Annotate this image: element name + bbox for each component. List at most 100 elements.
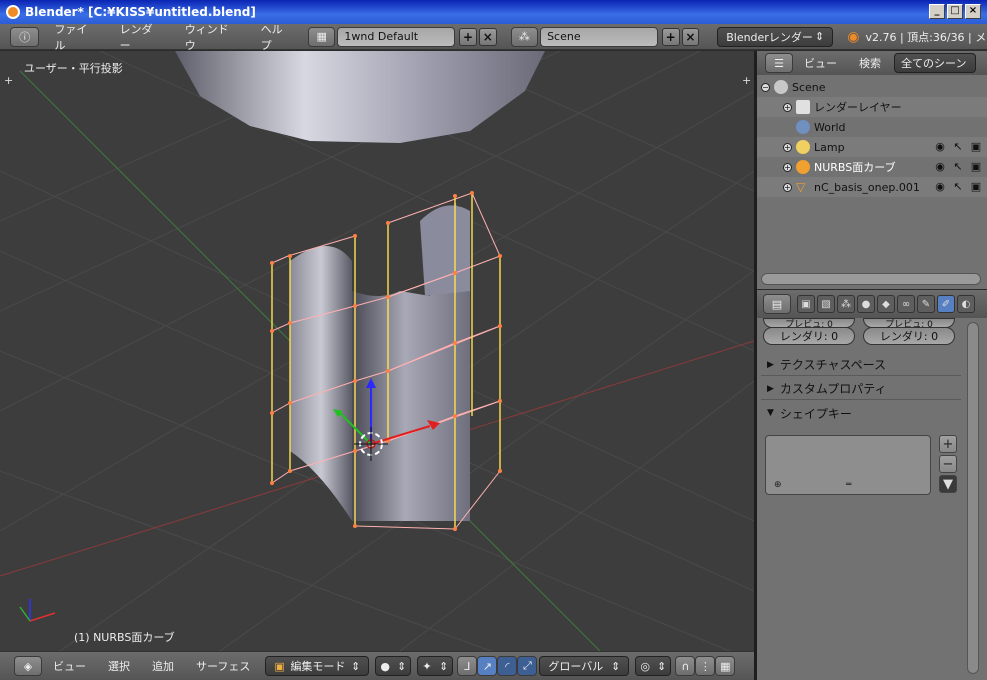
menu-window[interactable]: ウィンドウ: [174, 21, 250, 53]
viewport-menu-add[interactable]: 追加: [141, 658, 185, 674]
layout-remove-icon[interactable]: ×: [478, 27, 497, 46]
properties-editor-type-button[interactable]: ▤: [763, 294, 791, 314]
scene-add-icon[interactable]: +: [661, 27, 680, 46]
render-resolution-v-field[interactable]: レンダリ: 0: [863, 327, 955, 345]
snap-toggle[interactable]: ∩: [675, 656, 696, 676]
shape-key-menu-button[interactable]: ▼: [939, 475, 957, 493]
outliner-row-scene[interactable]: − Scene: [757, 77, 987, 97]
info-header: ⓘ ファイル レンダー ウィンドウ ヘルプ ▦ 1wnd Default + ×…: [0, 21, 987, 53]
link-icon: ∞: [901, 298, 911, 310]
corner-plus-right-icon[interactable]: +: [742, 74, 751, 87]
viewport-canvas[interactable]: + +: [0, 51, 754, 651]
render-engine-dropdown[interactable]: Blenderレンダー ⇕: [717, 26, 834, 47]
mode-text: 編集モード: [290, 660, 346, 673]
panel-custom-properties[interactable]: ▶ カスタムプロパティ: [761, 378, 961, 400]
outliner-row-world[interactable]: World: [757, 117, 987, 137]
cursor-icon[interactable]: ↖: [951, 140, 965, 154]
tab-data[interactable]: ✐: [937, 295, 955, 313]
outliner-row-nurbs[interactable]: + NURBS面カーブ ◉ ↖ ▣: [757, 157, 987, 177]
layout-name-field[interactable]: 1wnd Default: [337, 26, 456, 47]
render-layer-icon: [796, 100, 810, 114]
list-resize-handle-icon[interactable]: ═: [846, 480, 851, 490]
mode-dropdown[interactable]: ▣ 編集モード ⇕: [265, 656, 370, 676]
viewport-editor-type-button[interactable]: ◈: [14, 656, 42, 676]
proportional-dropdown[interactable]: ◎ ⇕: [635, 656, 672, 676]
tab-constraints[interactable]: ∞: [897, 295, 915, 313]
blender-logo-icon: [6, 5, 20, 19]
tab-render[interactable]: ▣: [797, 295, 815, 313]
cursor-icon[interactable]: ↖: [951, 180, 965, 194]
outliner-header: ☰ ビュー 検索 全てのシーン: [757, 51, 987, 75]
viewport-menu-view[interactable]: ビュー: [42, 658, 97, 674]
panel-shape-keys[interactable]: ▼ シェイプキー: [761, 402, 961, 424]
tab-world[interactable]: ●: [857, 295, 875, 313]
tab-material[interactable]: ◐: [957, 295, 975, 313]
layout-add-icon[interactable]: +: [459, 27, 477, 46]
outliner-menu-search[interactable]: 検索: [848, 55, 892, 71]
rotate-toggle[interactable]: ◜: [497, 656, 518, 676]
corner-plus-left-icon[interactable]: +: [4, 74, 13, 87]
list-filter-icon[interactable]: ⊕: [774, 480, 782, 490]
cursor-icon[interactable]: ↖: [951, 160, 965, 174]
eye-icon[interactable]: ◉: [933, 180, 947, 194]
render-resolution-u-field[interactable]: レンダリ: 0: [763, 327, 855, 345]
eye-icon[interactable]: ◉: [933, 160, 947, 174]
outliner-row-renderlayer[interactable]: + レンダーレイヤー: [757, 97, 987, 117]
outliner-display-dropdown[interactable]: 全てのシーン: [894, 53, 976, 73]
add-shape-key-button[interactable]: +: [939, 435, 957, 453]
scene-remove-icon[interactable]: ×: [681, 27, 700, 46]
scale-icon: ⤢: [522, 659, 532, 672]
camera-icon[interactable]: ▣: [969, 140, 983, 154]
scene-stats: v2.76 | 頂点:36/36 | メ: [865, 30, 987, 44]
layout-name-text: 1wnd Default: [344, 30, 419, 43]
expand-icon[interactable]: +: [783, 142, 792, 152]
layers-button[interactable]: ▦: [715, 656, 736, 676]
camera-icon[interactable]: ▣: [969, 180, 983, 194]
viewport-menu-select[interactable]: 選択: [97, 658, 141, 674]
layout-select-button[interactable]: ▦: [307, 26, 336, 47]
tab-layers[interactable]: ▧: [817, 295, 835, 313]
collapsed-arrow-icon: ▶: [767, 383, 774, 394]
scale-toggle[interactable]: ⤢: [517, 656, 538, 676]
layers-icon: ▧: [821, 298, 831, 310]
outliner-horizontal-scrollbar[interactable]: [761, 273, 981, 285]
menu-file[interactable]: ファイル: [43, 21, 108, 53]
tab-modifiers[interactable]: ✎: [917, 295, 935, 313]
outliner-row-lamp[interactable]: + Lamp ◉ ↖ ▣: [757, 137, 987, 157]
snap-element-button[interactable]: ⋮: [695, 656, 716, 676]
outliner-editor-type-button[interactable]: ☰: [765, 53, 793, 73]
collapse-icon[interactable]: −: [761, 82, 770, 92]
dropdown-arrow-icon: ▼: [943, 476, 953, 492]
expand-icon[interactable]: +: [783, 182, 792, 192]
minimize-button[interactable]: _: [929, 4, 945, 19]
camera-icon[interactable]: ▣: [969, 160, 983, 174]
outliner-menu-view[interactable]: ビュー: [793, 55, 848, 71]
3d-viewport[interactable]: + + ユーザー・平行投影 (1) NURBS面カーブ: [0, 51, 754, 651]
close-button[interactable]: ×: [965, 4, 981, 19]
eye-icon[interactable]: ◉: [933, 140, 947, 154]
scene-name-field[interactable]: Scene: [540, 26, 658, 47]
tab-object[interactable]: ◆: [877, 295, 895, 313]
manipulator-toggle[interactable]: ⅃: [457, 656, 478, 676]
shape-keys-list[interactable]: ═ ⊕: [765, 435, 931, 495]
top-mesh-object[interactable]: [175, 51, 545, 143]
menu-render[interactable]: レンダー: [109, 21, 174, 53]
remove-shape-key-button[interactable]: −: [939, 455, 957, 473]
orientation-dropdown[interactable]: グローバル ⇕: [539, 656, 630, 676]
properties-vertical-scrollbar[interactable]: [967, 322, 979, 674]
properties-editor: ▤ ▣ ▧ ⁂ ● ◆ ∞ ✎ ✐ ◐ プレビュ: 0 プレビュ: 0 レンダリ…: [757, 290, 987, 680]
viewport-menu-surface[interactable]: サーフェス: [185, 658, 261, 674]
expand-icon[interactable]: +: [783, 102, 792, 112]
maximize-button[interactable]: □: [947, 4, 963, 19]
tab-scene[interactable]: ⁂: [837, 295, 855, 313]
nurbs-surface-left[interactable]: [290, 246, 352, 521]
shading-dropdown[interactable]: ● ⇕: [375, 656, 412, 676]
scene-select-button[interactable]: ⁂: [510, 26, 539, 47]
editor-type-button[interactable]: ⓘ: [10, 26, 40, 47]
pivot-dropdown[interactable]: ✦ ⇕: [417, 656, 454, 676]
menu-help[interactable]: ヘルプ: [250, 21, 304, 53]
outliner-row-mesh[interactable]: + ▽ nC_basis_onep.001 ◉ ↖ ▣: [757, 177, 987, 197]
translate-toggle[interactable]: ↗: [477, 656, 498, 676]
expand-icon[interactable]: +: [783, 162, 792, 172]
panel-texture-space[interactable]: ▶ テクスチャスペース: [761, 354, 961, 376]
